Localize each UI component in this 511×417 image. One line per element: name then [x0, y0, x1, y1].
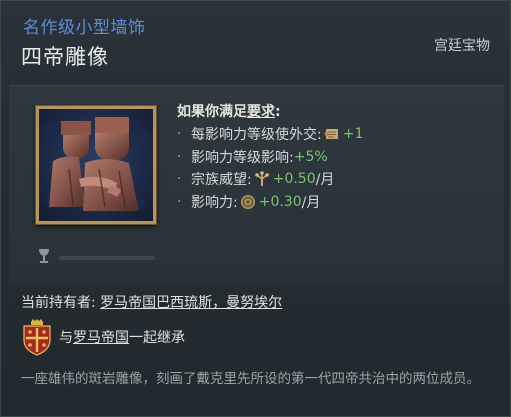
effect-influence-level: · 影响力等级影响: +5% [177, 149, 328, 166]
roman-empire-coat-of-arms-icon[interactable] [21, 318, 53, 356]
tetrarchs-statue-icon [39, 109, 153, 221]
influence-coin-icon [240, 195, 255, 209]
effect-dynasty-prestige: · 宗族威望: +0.50 /月 [177, 171, 335, 188]
artifact-tooltip: 名作级小型墙饰 四帝雕像 宫廷宝物 如果你满足要求: · 每影响力等级使外交: … [0, 0, 511, 417]
requirements-heading: 如果你满足要求: [177, 104, 281, 120]
goblet-icon [39, 249, 49, 263]
durability-bar [59, 256, 155, 260]
inheritance-info: 与罗马帝国一起继承 [21, 317, 185, 357]
scroll-icon [324, 129, 338, 139]
requirements-link[interactable]: 要求 [247, 104, 275, 120]
holder-name-link[interactable]: 罗马帝国巴西琉斯，曼努埃尔 [100, 295, 282, 311]
artifact-portrait [35, 105, 157, 225]
current-holder: 当前持有者: 罗马帝国巴西琉斯，曼努埃尔 [21, 295, 283, 311]
inheritance-realm-link[interactable]: 罗马帝国 [73, 330, 129, 346]
family-tree-icon [254, 171, 269, 186]
effect-influence: · 影响力: +0.30 /月 [177, 194, 321, 211]
effect-diplomacy: · 每影响力等级使外交: +1 [177, 126, 364, 143]
artifact-category: 宫廷宝物 [434, 38, 490, 54]
artifact-description: 一座雄伟的斑岩雕像，刻画了戴克里先所设的第一代四帝共治中的两位成员。 [21, 371, 480, 387]
artifact-title: 四帝雕像 [21, 45, 109, 69]
rarity-label: 名作级小型墙饰 [23, 18, 146, 38]
